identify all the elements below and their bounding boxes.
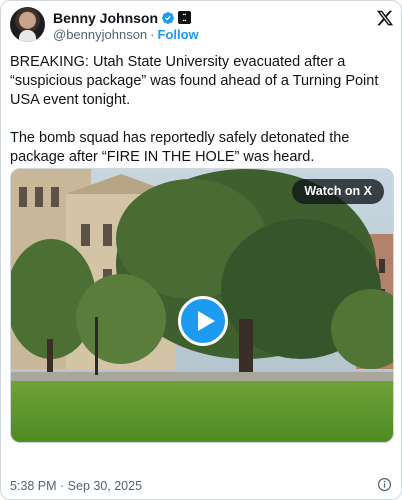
timestamp-link[interactable]: 5:38 PM · Sep 30, 2025 <box>10 479 142 493</box>
avatar[interactable] <box>10 7 45 42</box>
author-display-name[interactable]: Benny Johnson <box>53 10 158 26</box>
tweet-text: BREAKING: Utah State University evacuate… <box>10 54 379 165</box>
video-player[interactable]: Watch on X <box>10 168 394 443</box>
watch-on-x-button[interactable]: Watch on X <box>292 179 384 204</box>
info-icon[interactable] <box>377 477 392 492</box>
tweet-footer: 5:38 PM · Sep 30, 2025 <box>10 477 394 493</box>
author-handle-line: @bennyjohnson · Follow <box>53 27 199 42</box>
tweet-header: Benny Johnson ▪▪ ▪▪ @bennyjohnson · Follo… <box>10 6 394 44</box>
author-handle[interactable]: @bennyjohnson <box>53 27 147 42</box>
play-icon[interactable] <box>178 296 228 346</box>
affiliate-badge-icon[interactable]: ▪▪ ▪▪ <box>178 11 192 24</box>
verified-badge-icon <box>162 11 174 24</box>
author-name-line: Benny Johnson ▪▪ ▪▪ <box>53 9 192 26</box>
follow-button[interactable]: Follow <box>158 27 199 42</box>
x-logo-icon[interactable] <box>376 9 394 27</box>
handle-separator: · <box>150 27 155 42</box>
tweet-card[interactable]: Benny Johnson ▪▪ ▪▪ @bennyjohnson · Follo… <box>0 0 402 500</box>
